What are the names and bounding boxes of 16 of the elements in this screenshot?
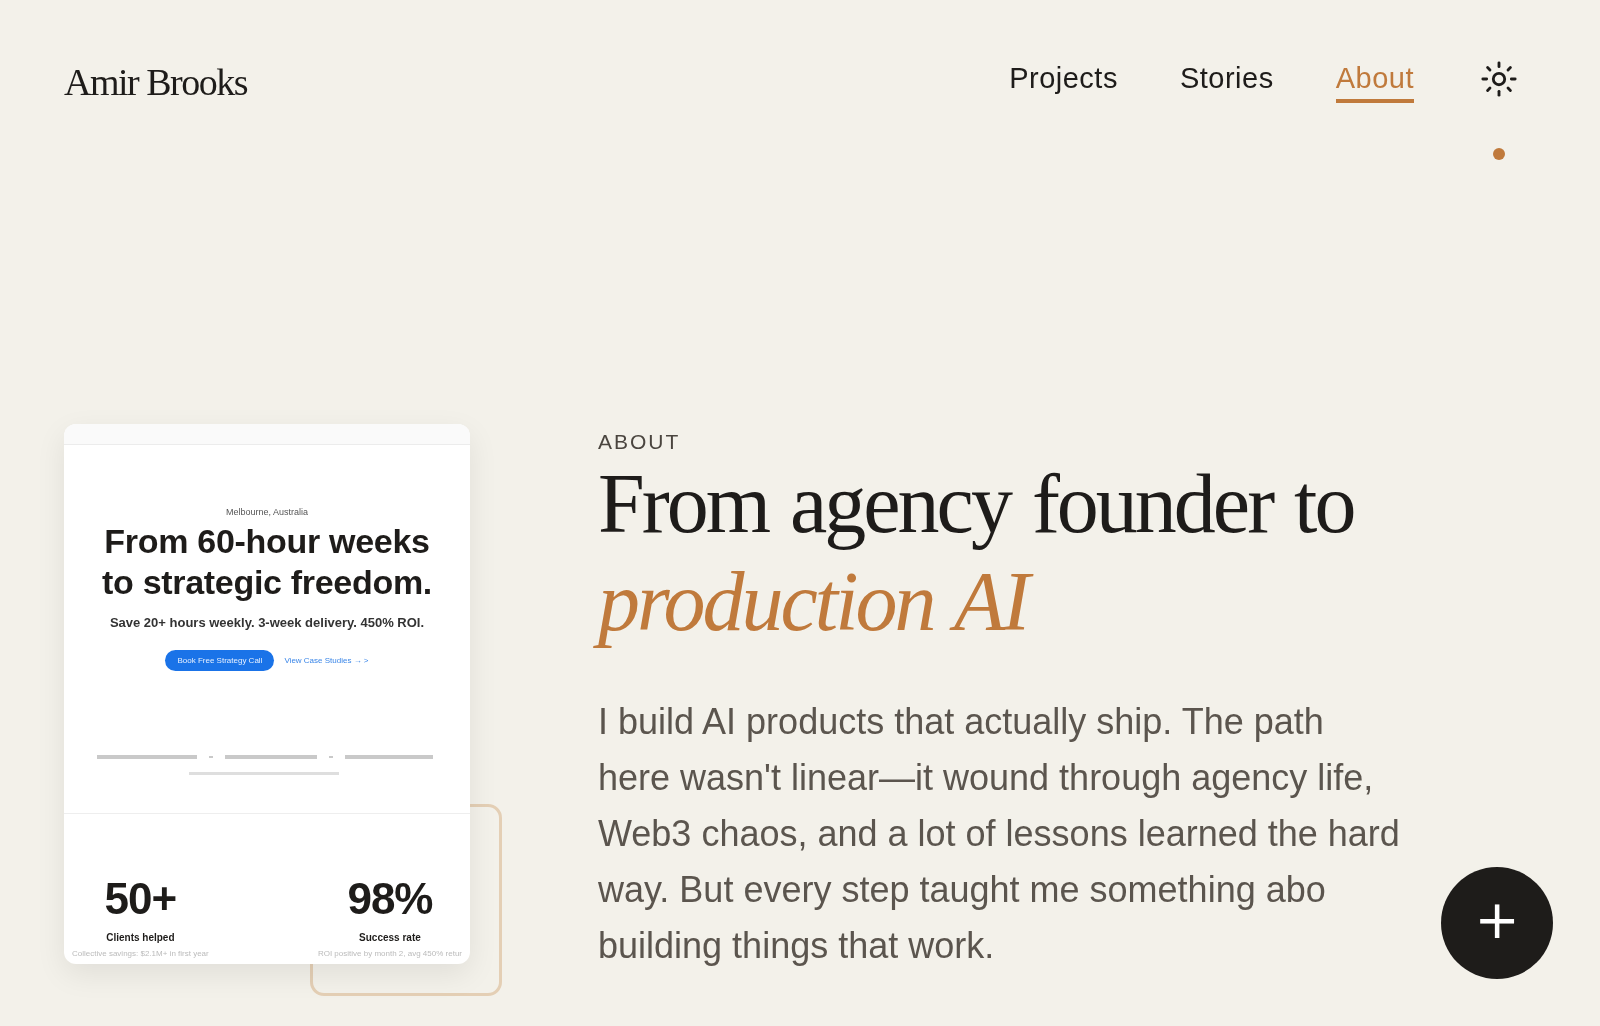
nav-link[interactable]: Stories xyxy=(1179,56,1274,103)
about-heading-accent: production AI xyxy=(590,556,1038,654)
stat-label: Clients helped xyxy=(106,932,175,943)
stat-value: 98% xyxy=(347,874,433,924)
stat-value: 50+ xyxy=(104,874,177,924)
stat-label: Success rate xyxy=(359,932,421,943)
nav-link[interactable]: Projects xyxy=(1009,56,1118,103)
preview-headline: From 60-hour weeks to strategic freedom. xyxy=(101,521,433,603)
location-text: Melbourne, Australia xyxy=(225,507,308,517)
preview-subhead: Save 20+ hours weekly. 3-week delivery. 450% ROI. xyxy=(109,615,425,630)
site-logo[interactable]: Amir Brooks xyxy=(64,60,247,104)
about-heading: From agency founder to xyxy=(598,458,1355,552)
section-eyebrow: ABOUT xyxy=(598,430,682,454)
add-button[interactable]: + xyxy=(1441,867,1553,979)
sun-icon[interactable] xyxy=(1480,60,1518,98)
about-paragraph: I build AI products that actually ship. The path here wasn't linear—it wound through agency life, Web3 chaos, and a lot of lessons learned the hard way. But every step taught me something abo building things that work. xyxy=(598,700,1400,968)
